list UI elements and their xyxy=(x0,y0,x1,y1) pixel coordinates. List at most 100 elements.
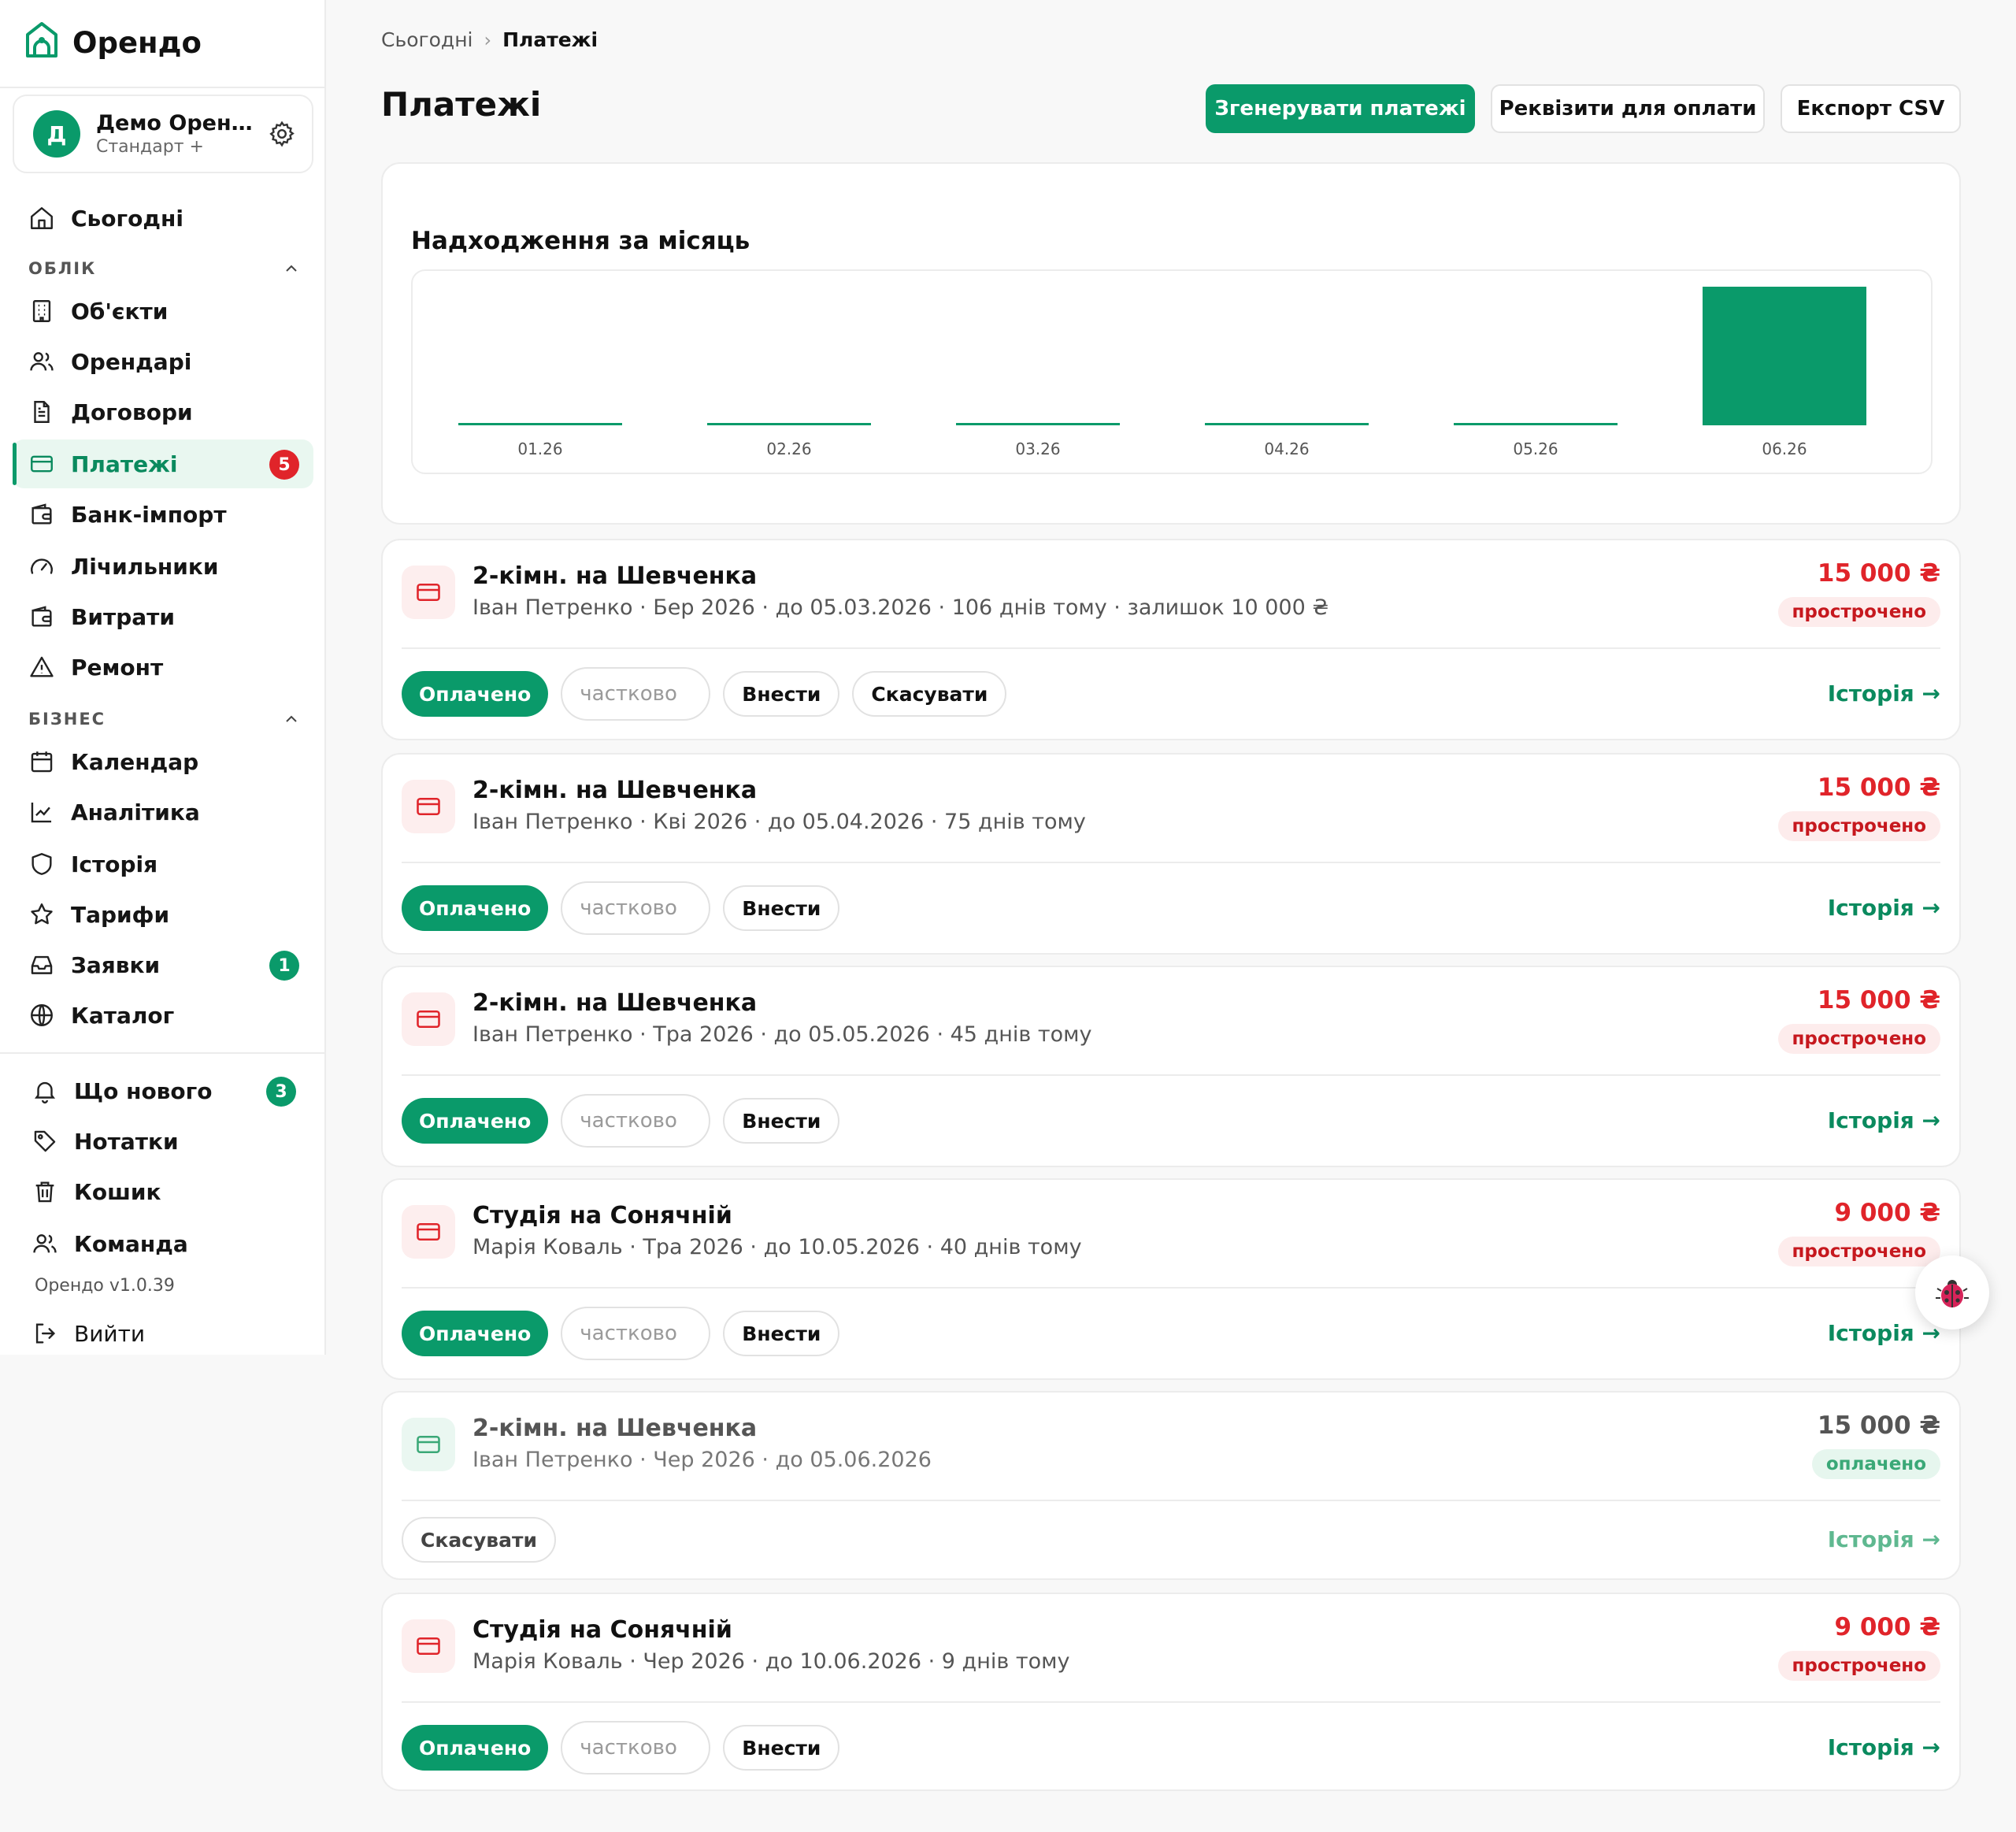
enter-payment-button[interactable]: Внести xyxy=(723,885,840,931)
section-records-toggle[interactable]: ОБЛІК xyxy=(28,257,301,280)
payment-title[interactable]: 2-кімн. на Шевченка xyxy=(472,562,757,590)
sidebar-item-payments[interactable]: Платежі 5 xyxy=(13,439,313,488)
sidebar-item-label: Банк-імпорт xyxy=(71,501,227,528)
payment-details: Іван Петренко · Тра 2026 · до 05.05.2026… xyxy=(472,1022,1092,1047)
shield-icon xyxy=(32,853,52,875)
payment-title[interactable]: 2-кімн. на Шевченка xyxy=(472,777,757,804)
payment-actions: Оплачено Внести xyxy=(402,1307,840,1360)
sidebar-item-meters[interactable]: Лічильники xyxy=(13,542,313,591)
payment-amount: 15 000 ₴ xyxy=(1817,773,1940,802)
chart-line-icon xyxy=(31,802,52,823)
history-link[interactable]: Історія → xyxy=(1828,1734,1940,1760)
gear-icon[interactable] xyxy=(268,120,296,148)
card-icon xyxy=(402,1205,455,1259)
sidebar-item-expenses[interactable]: Витрати xyxy=(13,592,313,641)
mark-paid-button[interactable]: Оплачено xyxy=(402,1098,549,1144)
brand-name: Орендо xyxy=(72,25,202,60)
status-badge: прострочено xyxy=(1777,1237,1940,1266)
partial-amount-input[interactable] xyxy=(561,1094,711,1148)
sidebar-item-tariffs[interactable]: Тарифи xyxy=(13,890,313,939)
card-icon xyxy=(31,455,53,473)
sidebar-item-label: Історія xyxy=(71,851,158,877)
history-link[interactable]: Історія → xyxy=(1828,1107,1940,1133)
card-icon xyxy=(402,992,455,1046)
payment-details: Іван Петренко · Бер 2026 · до 05.03.2026… xyxy=(472,595,1329,620)
enter-payment-button[interactable]: Внести xyxy=(723,1098,840,1144)
sidebar-item-trash[interactable]: Кошик xyxy=(16,1167,317,1216)
enter-payment-button[interactable]: Внести xyxy=(723,1311,840,1356)
export-csv-button[interactable]: Експорт CSV xyxy=(1781,84,1961,133)
history-link[interactable]: Історія → xyxy=(1828,895,1940,921)
status-badge: прострочено xyxy=(1777,597,1940,627)
payment-actions: Оплачено Внести xyxy=(402,881,840,935)
mark-paid-button[interactable]: Оплачено xyxy=(402,1725,549,1771)
payment-title[interactable]: Студія на Сонячній xyxy=(472,1202,732,1229)
sidebar-item-requests[interactable]: Заявки 1 xyxy=(13,940,313,989)
sidebar-item-history[interactable]: Історія xyxy=(13,840,313,888)
chart-bar xyxy=(956,423,1120,425)
app-version: Орендо v1.0.39 xyxy=(35,1276,175,1296)
sidebar-item-contracts[interactable]: Договори xyxy=(13,388,313,436)
sidebar-item-objects[interactable]: Об'єкти xyxy=(13,287,313,336)
logout-button[interactable]: Вийти xyxy=(16,1309,317,1358)
payment-details: Марія Коваль · Тра 2026 · до 10.05.2026 … xyxy=(472,1235,1082,1259)
globe-icon xyxy=(31,1004,53,1026)
history-link[interactable]: Історія → xyxy=(1828,1320,1940,1346)
breadcrumb: Сьогодні › Платежі xyxy=(381,28,598,51)
sidebar-item-label: Платежі xyxy=(71,451,178,477)
chart-bar xyxy=(707,423,871,425)
sidebar-item-team[interactable]: Команда xyxy=(16,1219,317,1268)
divider xyxy=(402,1287,1940,1289)
gauge-icon xyxy=(31,558,53,574)
monthly-income-card: Надходження за місяць 01.26 02.26 03.26 04.… xyxy=(381,162,1961,525)
sidebar-item-notes[interactable]: Нотатки xyxy=(16,1117,317,1166)
partial-amount-input[interactable] xyxy=(561,1721,711,1775)
payment-requisites-button[interactable]: Реквізити для оплати xyxy=(1491,84,1765,133)
payment-details: Іван Петренко · Чер 2026 · до 05.06.2026 xyxy=(472,1448,932,1472)
payment-amount: 9 000 ₴ xyxy=(1834,1613,1940,1641)
tag-icon xyxy=(34,1130,56,1152)
chart-bar xyxy=(1703,287,1866,425)
brand[interactable]: Орендо xyxy=(24,20,202,65)
payment-title[interactable]: Студія на Сонячній xyxy=(472,1616,732,1644)
sidebar-item-catalog[interactable]: Каталог xyxy=(13,991,313,1040)
cancel-payment-button[interactable]: Скасувати xyxy=(852,671,1007,717)
mark-paid-button[interactable]: Оплачено xyxy=(402,671,549,717)
payment-title[interactable]: 2-кімн. на Шевченка xyxy=(472,1415,757,1442)
enter-payment-button[interactable]: Внести xyxy=(723,1725,840,1771)
mark-paid-button[interactable]: Оплачено xyxy=(402,1311,549,1356)
cancel-payment-button[interactable]: Скасувати xyxy=(402,1517,556,1563)
generate-payments-button[interactable]: Згенерувати платежі xyxy=(1206,84,1475,133)
history-link[interactable]: Історія → xyxy=(1828,1526,1940,1552)
sidebar-item-calendar[interactable]: Календар xyxy=(13,737,313,786)
logout-icon xyxy=(35,1323,56,1344)
section-business-toggle[interactable]: БІЗНЕС xyxy=(28,707,301,731)
sidebar-item-label: Об'єкти xyxy=(71,298,169,324)
users-icon xyxy=(33,1234,57,1253)
partial-amount-input[interactable] xyxy=(561,667,711,721)
bug-report-button[interactable] xyxy=(1915,1255,1989,1329)
enter-payment-button[interactable]: Внести xyxy=(723,671,840,717)
status-badge: прострочено xyxy=(1777,1024,1940,1054)
sidebar-item-tenants[interactable]: Орендарі xyxy=(13,337,313,386)
partial-amount-input[interactable] xyxy=(561,1307,711,1360)
mark-paid-button[interactable]: Оплачено xyxy=(402,885,549,931)
sidebar: Орендо Д Демо Орендо Стандарт + Сьогодні… xyxy=(0,0,326,1355)
count-badge: 1 xyxy=(269,951,299,981)
sidebar-item-today[interactable]: Сьогодні xyxy=(13,194,313,243)
breadcrumb-root[interactable]: Сьогодні xyxy=(381,28,473,51)
sidebar-item-repairs[interactable]: Ремонт xyxy=(13,643,313,692)
sidebar-item-analytics[interactable]: Аналітика xyxy=(13,788,313,836)
payment-title[interactable]: 2-кімн. на Шевченка xyxy=(472,989,757,1017)
workspace-switcher[interactable]: Д Демо Орендо Стандарт + xyxy=(13,95,313,173)
chart-area: 01.26 02.26 03.26 04.26 05.26 06.26 xyxy=(411,269,1933,474)
card-icon xyxy=(402,1619,455,1673)
partial-amount-input[interactable] xyxy=(561,881,711,935)
count-badge: 5 xyxy=(269,450,299,480)
payment-card: 2-кімн. на Шевченка Іван Петренко · Чер 2… xyxy=(381,1391,1961,1580)
trash-icon xyxy=(35,1181,54,1203)
sidebar-item-bank-import[interactable]: Банк-імпорт xyxy=(13,490,313,539)
history-link[interactable]: Історія → xyxy=(1828,681,1940,706)
bar-chart: 01.26 02.26 03.26 04.26 05.26 06.26 xyxy=(458,287,1866,458)
sidebar-item-whats-new[interactable]: Що нового 3 xyxy=(16,1066,317,1115)
